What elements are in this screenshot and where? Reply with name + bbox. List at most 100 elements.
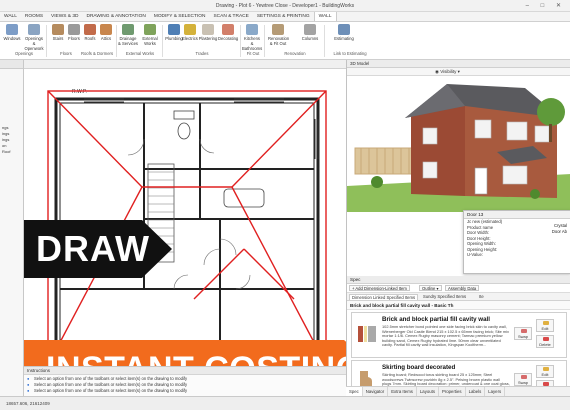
ribbon-group-openings: Openings bbox=[15, 51, 33, 56]
stairs-icon bbox=[52, 24, 64, 35]
assembly-data-button[interactable]: Assembly Data bbox=[445, 285, 480, 291]
left-panel: ngs ings ings on Roof bbox=[0, 60, 24, 396]
openings-button[interactable]: Openings & Openwork bbox=[24, 24, 44, 51]
basin bbox=[173, 110, 195, 120]
edit-button[interactable]: Edit bbox=[536, 319, 554, 332]
ribbon-tab-modify[interactable]: MODIFY & SELECTION bbox=[150, 12, 210, 21]
toilet bbox=[177, 122, 191, 140]
swap-button[interactable]: Swap bbox=[514, 327, 532, 340]
ribbon-separator bbox=[162, 25, 163, 57]
ribbon: Windows Openings & Openwork Stairs Floor… bbox=[0, 22, 570, 60]
spec-tabs: Dimension Linked Specified Items Sundry … bbox=[347, 293, 570, 301]
tab-spec[interactable]: Spec bbox=[346, 387, 363, 396]
draw-banner-text: DRAW bbox=[36, 228, 150, 269]
fence bbox=[354, 147, 414, 175]
spec-panel: Spec + Add Dimension-Linked Item Outline… bbox=[347, 276, 570, 396]
ribbon-separator bbox=[240, 25, 241, 57]
ribbon-group-renovation: Renovation bbox=[284, 51, 306, 56]
estimating-icon bbox=[338, 24, 350, 35]
spec-title: Spec bbox=[347, 276, 570, 284]
left-panel-item[interactable]: Roof bbox=[0, 149, 23, 155]
tab-labels[interactable]: Labels bbox=[466, 387, 486, 396]
instructions-title: Instructions bbox=[24, 367, 346, 375]
electrics-icon bbox=[184, 24, 196, 35]
spec-item-title: Skirting board decorated bbox=[382, 364, 456, 371]
electrics-button[interactable]: Electrics bbox=[180, 24, 200, 41]
drawing-canvas[interactable]: R.W.P. DRAW INSTANT COSTING bbox=[24, 60, 380, 402]
decorating-icon bbox=[222, 24, 234, 35]
tab-properties[interactable]: Properties bbox=[439, 387, 466, 396]
ribbon-tab-drawing[interactable]: DRAWING & ANNOTATION bbox=[82, 12, 149, 21]
attics-icon bbox=[100, 24, 112, 35]
ribbon-group-roofs: Roofs & Dormers bbox=[80, 51, 114, 56]
spec-toolbar: + Add Dimension-Linked Item Outline ▾ As… bbox=[347, 284, 570, 293]
floors-icon bbox=[68, 24, 80, 35]
draw-banner: DRAW bbox=[24, 220, 172, 278]
roofs-icon bbox=[84, 24, 96, 35]
spec-item-description: 102.5mm stretcher bond pointed one side … bbox=[382, 324, 509, 348]
ribbon-group-external: External Works bbox=[125, 51, 155, 56]
ribbon-group-fitout: Fit Out bbox=[246, 51, 260, 56]
kitchens-button[interactable]: Kitchens & Bathrooms bbox=[242, 24, 262, 51]
delete-button[interactable]: Delete bbox=[536, 335, 554, 348]
ribbon-separator bbox=[116, 25, 117, 57]
door-info-popup: Door 13 Jc new (estimated) Product name … bbox=[463, 210, 570, 274]
drainage-button[interactable]: Drainage & Services bbox=[118, 24, 138, 46]
bath bbox=[223, 188, 265, 208]
ribbon-tab-wall[interactable]: WALL bbox=[313, 12, 337, 21]
openings-icon bbox=[28, 24, 40, 35]
ribbon-separator bbox=[264, 25, 265, 57]
estimating-button[interactable]: Estimating bbox=[334, 24, 354, 41]
ribbon-separator bbox=[324, 25, 325, 57]
kitchen-icon bbox=[246, 24, 258, 35]
windows-button[interactable]: Windows bbox=[2, 24, 22, 41]
house-door bbox=[474, 167, 488, 195]
attics-button[interactable]: Attics bbox=[96, 24, 116, 41]
external-works-button[interactable]: External Works bbox=[140, 24, 160, 46]
tab-layouts[interactable]: Layouts bbox=[417, 387, 439, 396]
door-popup-side: Crystal Door Ab bbox=[551, 223, 567, 234]
ribbon-tab-settings[interactable]: SETTINGS & PRINTING bbox=[253, 12, 314, 21]
edit-button[interactable]: Edit bbox=[536, 365, 554, 378]
columns-button[interactable]: Columns bbox=[300, 24, 320, 41]
plumbing-icon bbox=[168, 24, 180, 35]
columns-icon bbox=[304, 24, 316, 35]
tab-sundry[interactable]: Sundry Specified Items bbox=[421, 294, 468, 299]
model-3d-view[interactable] bbox=[347, 76, 570, 212]
window-title: Drawing - Plot 6 - Yewtree Close - Devel… bbox=[215, 3, 355, 9]
title-bar: Drawing - Plot 6 - Yewtree Close - Devel… bbox=[0, 0, 570, 12]
tab-layers[interactable]: Layers bbox=[485, 387, 506, 396]
add-dimension-linked-item-button[interactable]: + Add Dimension-Linked Item bbox=[349, 285, 410, 291]
window-controls[interactable]: – □ ✕ bbox=[526, 2, 566, 9]
ribbon-group-trades: Trades bbox=[195, 51, 209, 56]
spec-assembly-header: Brick and block partial fill cavity wall… bbox=[347, 301, 570, 310]
shrub bbox=[371, 176, 383, 188]
decorating-button[interactable]: Decorating bbox=[218, 24, 238, 41]
model-3d-title: 3D Model bbox=[347, 60, 570, 68]
tree bbox=[537, 98, 565, 126]
visibility-dropdown[interactable]: ◉ Visibility ▾ bbox=[435, 69, 460, 75]
ribbon-tab-rooms[interactable]: ROOMS bbox=[21, 12, 47, 21]
spec-item-title: Brick and block partial fill cavity wall bbox=[382, 316, 490, 323]
door-popup-row: U-Value: bbox=[467, 252, 483, 257]
model-3d-toolbar: ◉ Visibility ▾ bbox=[347, 68, 570, 76]
house-render bbox=[347, 76, 570, 212]
ribbon-tab-views[interactable]: VIEWS & 3D bbox=[47, 12, 82, 21]
house-side-wall bbox=[411, 104, 465, 196]
ribbon-tab-wall-left[interactable]: WALL bbox=[0, 12, 21, 21]
plastering-button[interactable]: Plastering bbox=[198, 24, 218, 41]
renovation-button[interactable]: Renovation & Fit Out bbox=[268, 24, 289, 46]
tab-navigator[interactable]: Navigator bbox=[363, 387, 389, 396]
outline-button[interactable]: Outline ▾ bbox=[419, 285, 442, 291]
ribbon-tab-scan[interactable]: SCAN & TRACE bbox=[209, 12, 252, 21]
tab-extra-items[interactable]: Extra Items bbox=[388, 387, 417, 396]
rwp-label: R.W.P. bbox=[72, 89, 87, 95]
door-popup-title: Door 13 bbox=[464, 211, 570, 219]
ribbon-group-floors: Floors bbox=[60, 51, 72, 56]
floor-plan[interactable]: R.W.P. bbox=[24, 69, 346, 366]
swap-button[interactable]: Swap bbox=[514, 373, 532, 386]
tab-dimension-linked[interactable]: Dimension Linked Specified Items bbox=[349, 294, 419, 300]
tab-items[interactable]: Ite bbox=[477, 294, 486, 299]
windows-icon bbox=[6, 24, 18, 35]
spec-item[interactable]: Brick and block partial fill cavity wall… bbox=[351, 312, 567, 358]
